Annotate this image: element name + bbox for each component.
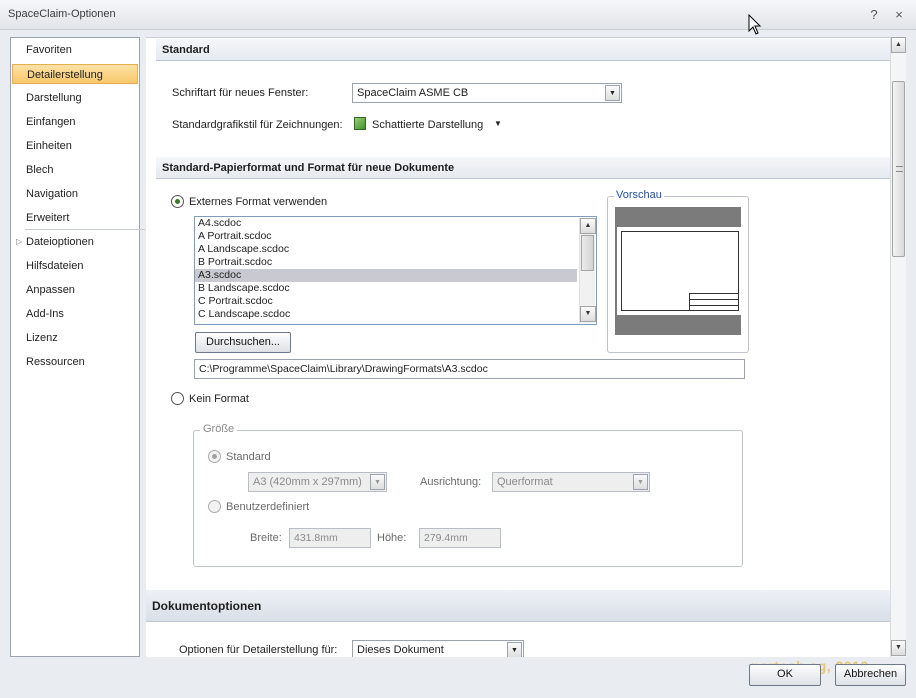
mouse-cursor-icon bbox=[748, 14, 762, 35]
scroll-thumb[interactable] bbox=[892, 81, 905, 257]
browse-button[interactable]: Durchsuchen... bbox=[195, 332, 291, 353]
options-content: Standard Schriftart für neues Fenster: S… bbox=[146, 37, 890, 657]
list-item[interactable]: A Portrait.scdoc bbox=[195, 230, 577, 243]
sidebar-item-einfangen[interactable]: Einfangen bbox=[12, 112, 138, 132]
sidebar-item-anpassen[interactable]: Anpassen bbox=[12, 280, 138, 300]
sidebar-item-dateioptionen[interactable]: ▷ Dateioptionen bbox=[12, 232, 138, 252]
orientation-value: Querformat bbox=[497, 476, 553, 488]
category-sidebar: Favoriten Detailerstellung Darstellung E… bbox=[10, 37, 145, 657]
preview-label: Vorschau bbox=[614, 189, 664, 201]
expand-arrow-icon[interactable]: ▷ bbox=[16, 232, 22, 252]
section-header-paper: Standard-Papierformat und Format für neu… bbox=[156, 157, 890, 179]
custom-size-radio[interactable] bbox=[208, 500, 221, 513]
style-label: Standardgrafikstil für Zeichnungen: bbox=[172, 119, 343, 131]
scroll-down-icon[interactable]: ▼ bbox=[891, 640, 906, 656]
sidebar-item-favoriten[interactable]: Favoriten bbox=[12, 40, 138, 60]
list-item[interactable]: C Landscape.scdoc bbox=[195, 308, 577, 321]
sidebar-item-label: Dateioptionen bbox=[26, 236, 94, 248]
size-dropdown[interactable]: A3 (420mm x 297mm) ▼ bbox=[248, 472, 387, 492]
size-value: A3 (420mm x 297mm) bbox=[253, 476, 362, 488]
detail-options-dropdown[interactable]: Dieses Dokument ▼ bbox=[352, 640, 524, 657]
chevron-down-icon: ▼ bbox=[633, 474, 648, 490]
section-header-document: Dokumentoptionen bbox=[146, 590, 890, 622]
height-field[interactable]: 279.4mm bbox=[419, 528, 501, 548]
shaded-cube-icon bbox=[354, 117, 366, 130]
standard-size-radio[interactable] bbox=[208, 450, 221, 463]
grip-icon bbox=[896, 166, 903, 172]
style-value: Schattierte Darstellung bbox=[372, 119, 484, 131]
sidebar-item-blech[interactable]: Blech bbox=[12, 160, 138, 180]
title-bar: SpaceClaim-Optionen ? × bbox=[0, 0, 916, 30]
sidebar-item-einheiten[interactable]: Einheiten bbox=[12, 136, 138, 156]
list-item[interactable]: A Landscape.scdoc bbox=[195, 243, 577, 256]
list-item[interactable]: B Landscape.scdoc bbox=[195, 282, 577, 295]
detail-options-value: Dieses Dokument bbox=[357, 644, 444, 656]
chevron-down-icon: ▼ bbox=[507, 642, 522, 657]
sidebar-item-darstellung[interactable]: Darstellung bbox=[12, 88, 138, 108]
detail-options-label: Optionen für Detailerstellung für: bbox=[179, 644, 338, 656]
orientation-label: Ausrichtung: bbox=[420, 476, 482, 488]
width-field[interactable]: 431.8mm bbox=[289, 528, 371, 548]
no-format-radio[interactable] bbox=[171, 392, 184, 405]
external-format-radio[interactable] bbox=[171, 195, 184, 208]
font-label: Schriftart für neues Fenster: bbox=[172, 87, 309, 99]
external-format-label: Externes Format verwenden bbox=[189, 196, 328, 208]
chevron-down-icon: ▼ bbox=[605, 85, 620, 101]
preview-paper bbox=[617, 227, 741, 315]
preview-image bbox=[615, 207, 741, 335]
scroll-up-icon[interactable]: ▲ bbox=[891, 37, 906, 53]
sidebar-item-navigation[interactable]: Navigation bbox=[12, 184, 138, 204]
sidebar-item-ressourcen[interactable]: Ressourcen bbox=[12, 352, 138, 372]
font-dropdown[interactable]: SpaceClaim ASME CB ▼ bbox=[352, 83, 622, 103]
format-list[interactable]: A4.scdoc A Portrait.scdoc A Landscape.sc… bbox=[194, 216, 597, 325]
sidebar-item-add-ins[interactable]: Add-Ins bbox=[12, 304, 138, 324]
cancel-button[interactable]: Abbrechen bbox=[835, 664, 906, 686]
sidebar-item-lizenz[interactable]: Lizenz bbox=[12, 328, 138, 348]
format-path-field[interactable]: C:\Programme\SpaceClaim\Library\DrawingF… bbox=[194, 359, 745, 379]
height-label: Höhe: bbox=[377, 532, 407, 544]
sidebar-item-hilfsdateien[interactable]: Hilfsdateien bbox=[12, 256, 138, 276]
orientation-dropdown[interactable]: Querformat ▼ bbox=[492, 472, 650, 492]
ok-button[interactable]: OK bbox=[749, 664, 821, 686]
list-item[interactable]: B Portrait.scdoc bbox=[195, 256, 577, 269]
scroll-thumb[interactable] bbox=[581, 235, 594, 271]
window-title: SpaceClaim-Optionen bbox=[8, 8, 116, 20]
chevron-down-icon: ▼ bbox=[370, 474, 385, 490]
content-scrollbar[interactable]: ▲ ▼ bbox=[890, 37, 906, 657]
scroll-up-icon[interactable]: ▲ bbox=[580, 218, 596, 234]
list-item-selected[interactable]: A3.scdoc bbox=[195, 269, 577, 282]
list-item[interactable]: C Portrait.scdoc bbox=[195, 295, 577, 308]
preview-group: Vorschau bbox=[607, 189, 749, 353]
sidebar-item-erweitert[interactable]: Erweitert bbox=[12, 208, 138, 228]
list-scrollbar[interactable]: ▲ ▼ bbox=[579, 218, 596, 323]
section-header-standard: Standard bbox=[156, 39, 890, 61]
sidebar-item-detailerstellung[interactable]: Detailerstellung bbox=[12, 64, 138, 84]
help-icon[interactable]: ? bbox=[866, 7, 882, 22]
custom-size-label: Benutzerdefiniert bbox=[226, 501, 310, 513]
close-icon[interactable]: × bbox=[891, 7, 907, 22]
size-group-label: Größe bbox=[200, 423, 238, 435]
caret-down-icon: ▼ bbox=[494, 119, 502, 128]
no-format-label: Kein Format bbox=[189, 393, 249, 405]
font-value: SpaceClaim ASME CB bbox=[357, 87, 469, 99]
sidebar-divider bbox=[25, 229, 145, 230]
scroll-down-icon[interactable]: ▼ bbox=[580, 306, 596, 322]
list-item[interactable]: A4.scdoc bbox=[195, 217, 577, 230]
standard-size-label: Standard bbox=[226, 451, 271, 463]
width-label: Breite: bbox=[250, 532, 282, 544]
